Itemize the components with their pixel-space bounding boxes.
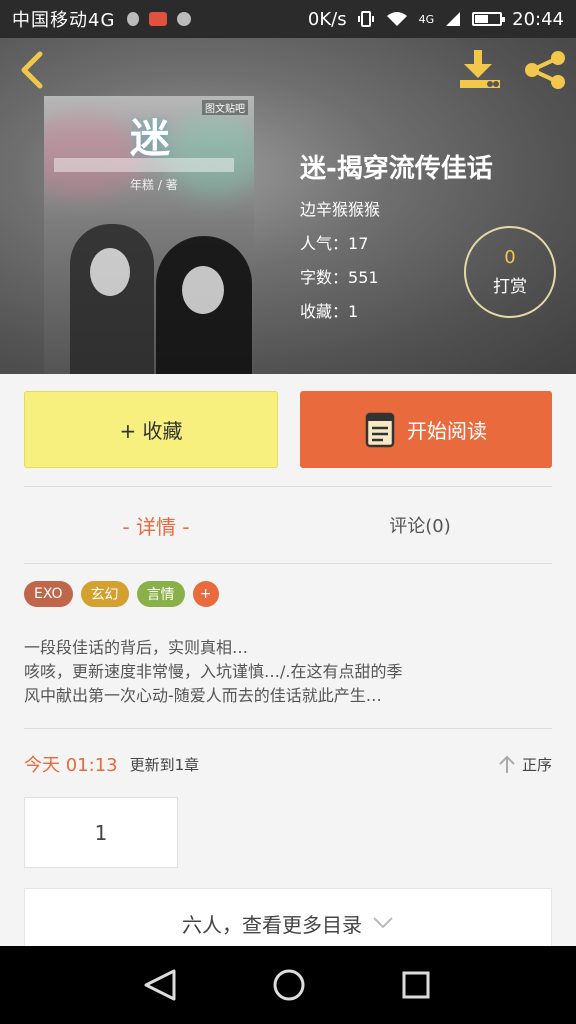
carrier-label: 中国移动4G <box>12 10 116 31</box>
update-time: 今天 01:13 <box>24 755 118 776</box>
chapter-item[interactable]: 1 <box>24 797 178 868</box>
book-icon <box>365 412 395 447</box>
tip-button[interactable]: 0 打赏 <box>464 226 556 318</box>
book-cover[interactable]: 图文贴吧 迷 年糕 / 著 <box>44 96 254 374</box>
update-info: 今天 01:13 更新到1章 正序 <box>24 750 552 778</box>
tag-list: EXO 玄幻 言情 + <box>24 581 219 607</box>
cover-author: 年糕 / 著 <box>130 178 178 192</box>
tag-romance[interactable]: 言情 <box>136 581 185 607</box>
notification-mail-icon <box>149 12 168 26</box>
book-word-count: 字数：551 <box>300 264 379 288</box>
divider-top <box>24 486 552 487</box>
cover-figure-right <box>156 236 252 374</box>
download-icon[interactable] <box>456 48 504 92</box>
popularity-label: 人气： <box>300 234 349 253</box>
book-title: 迷-揭穿流传佳话 <box>300 154 493 184</box>
cover-figure-left <box>70 224 154 374</box>
update-text: 更新到1章 <box>129 755 200 774</box>
words-label: 字数： <box>300 268 349 287</box>
notification-icons <box>127 12 192 26</box>
status-bar: 中国移动4G 0K/s 4G 20:44 <box>0 0 576 38</box>
cover-face-left <box>90 248 130 296</box>
network-type: 4G <box>418 12 435 26</box>
add-tag-button[interactable]: + <box>192 581 219 607</box>
description-line: 一段段佳话的背后，实则真相… <box>24 638 249 657</box>
vibrate-icon <box>357 11 374 27</box>
nav-home-icon[interactable] <box>272 968 306 1002</box>
notification-app-icon <box>177 12 192 26</box>
nav-recent-apps-icon[interactable] <box>401 970 431 1000</box>
popularity-value: 17 <box>348 234 369 253</box>
book-popularity: 人气：17 <box>300 230 368 254</box>
add-favorite-button[interactable]: + 收藏 <box>24 391 278 468</box>
tip-label: 打赏 <box>493 277 527 297</box>
tag-exo[interactable]: EXO <box>24 581 73 607</box>
words-value: 551 <box>348 268 379 287</box>
cover-title: 迷 <box>130 115 170 162</box>
cover-face-right <box>182 266 224 314</box>
notification-bug-icon <box>127 12 140 26</box>
start-reading-button[interactable]: 开始阅读 <box>300 391 552 468</box>
favorites-label: 收藏： <box>300 302 349 321</box>
network-speed: 0K/s <box>307 8 347 30</box>
tab-detail[interactable]: - 详情 - <box>24 495 288 555</box>
book-author[interactable]: 边辛猴猴猴 <box>300 196 380 220</box>
book-favorites: 收藏：1 <box>300 298 358 322</box>
cover-badge: 图文贴吧 <box>202 100 248 115</box>
signal-icon <box>446 12 461 26</box>
view-more-label: 六人，查看更多目录 <box>182 912 362 937</box>
chevron-down-icon <box>373 917 393 929</box>
divider-tabs <box>24 563 552 564</box>
tag-fantasy[interactable]: 玄幻 <box>80 581 129 607</box>
sort-button[interactable]: 正序 <box>498 754 552 775</box>
battery-icon <box>472 12 506 26</box>
status-right: 0K/s 4G 20:44 <box>308 9 564 30</box>
start-reading-label: 开始阅读 <box>407 419 487 443</box>
description-line: 风中献出第一次心动-随爱人而去的佳话就此产生… <box>24 686 382 705</box>
book-description[interactable]: 一段段佳话的背后，实则真相… 咳咳，更新速度非常慢，入坑谨慎…/.在这有点甜的季… <box>24 636 554 708</box>
tab-comments[interactable]: 评论(0) <box>288 495 552 555</box>
sort-label: 正序 <box>521 755 552 774</box>
tip-count: 0 <box>504 247 516 268</box>
cover-splash-pink <box>44 116 144 196</box>
navigation-bar <box>0 946 576 1024</box>
cover-banner <box>54 158 234 172</box>
add-favorite-label: + 收藏 <box>119 419 183 443</box>
divider-desc <box>24 728 552 729</box>
nav-back-icon[interactable] <box>140 968 180 1002</box>
battery-fill <box>475 15 489 23</box>
favorites-value: 1 <box>348 302 359 321</box>
arrow-up-icon <box>499 755 515 773</box>
share-icon[interactable] <box>522 50 568 90</box>
description-line: 咳咳，更新速度非常慢，入坑谨慎…/.在这有点甜的季 <box>24 662 403 681</box>
back-arrow-icon[interactable] <box>16 50 46 90</box>
clock: 20:44 <box>512 8 564 30</box>
wifi-icon <box>386 12 407 26</box>
